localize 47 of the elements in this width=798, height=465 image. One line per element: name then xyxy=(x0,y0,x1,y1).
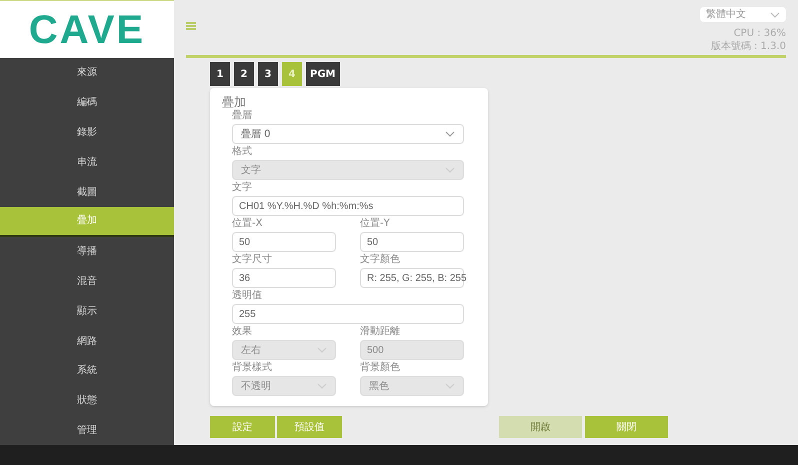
logo: CAVE xyxy=(28,6,146,54)
input-field[interactable]: 50 xyxy=(360,232,464,252)
input-field[interactable]: 255 xyxy=(232,304,464,324)
chevron-down-icon xyxy=(317,383,327,389)
field-label: 文字 xyxy=(232,182,253,194)
sidebar-item[interactable]: 管理 xyxy=(0,416,174,446)
field-label: 效果 xyxy=(232,326,253,338)
field-label: 背景樣式 xyxy=(232,362,273,374)
input-field[interactable]: CH01 %Y.%H.%D %h:%m:%s xyxy=(232,196,464,216)
tab[interactable]: 1 xyxy=(210,62,230,86)
sidebar-item[interactable]: 網路 xyxy=(0,326,174,356)
field-label: 格式 xyxy=(232,146,253,158)
field-label: 文字尺寸 xyxy=(232,254,273,266)
sidebar-item[interactable]: 導播 xyxy=(0,236,174,267)
field-label: 透明值 xyxy=(232,290,263,302)
input-field[interactable]: R: 255, G: 255, B: 255 xyxy=(360,268,464,288)
card-title: 疊加 xyxy=(222,94,247,110)
version-number: 版本號碼 : 1.3.0 xyxy=(710,42,786,52)
sidebar-item[interactable]: 截圖 xyxy=(0,177,174,207)
cpu-usage: CPU : 36% xyxy=(734,28,786,40)
field-label: 位置-X xyxy=(232,218,264,230)
field-label: 疊層 xyxy=(232,110,253,122)
chevron-down-icon xyxy=(317,347,327,353)
tab[interactable]: 3 xyxy=(258,62,278,86)
tab[interactable]: PGM xyxy=(306,62,340,86)
language-dropdown[interactable]: 繁體中文 xyxy=(700,7,786,22)
menu-icon[interactable] xyxy=(186,22,196,30)
input-field[interactable]: 36 xyxy=(232,268,336,288)
sidebar-item[interactable]: 顯示 xyxy=(0,296,174,326)
dropdown[interactable]: 疊層 0 xyxy=(232,124,464,144)
chevron-down-icon xyxy=(445,131,455,137)
sidebar-item[interactable]: 來源 xyxy=(0,58,174,88)
sidebar-item[interactable]: 錄影 xyxy=(0,118,174,148)
input-field[interactable]: 50 xyxy=(232,232,336,252)
sidebar-item[interactable]: 系統 xyxy=(0,356,174,386)
field-label: 文字顏色 xyxy=(360,254,401,266)
chevron-down-icon xyxy=(445,383,455,389)
chevron-down-icon xyxy=(770,12,780,18)
tab[interactable]: 2 xyxy=(234,62,254,86)
sidebar-item[interactable]: 編碼 xyxy=(0,88,174,118)
field-label: 背景顏色 xyxy=(360,362,401,374)
chevron-down-icon xyxy=(445,167,455,173)
sidebar-item[interactable]: 串流 xyxy=(0,147,174,178)
field-label: 位置-Y xyxy=(360,218,391,230)
field-label: 滑動距離 xyxy=(360,326,401,338)
sidebar-item[interactable]: 狀態 xyxy=(0,386,174,416)
sidebar-item[interactable]: 混音 xyxy=(0,266,174,296)
